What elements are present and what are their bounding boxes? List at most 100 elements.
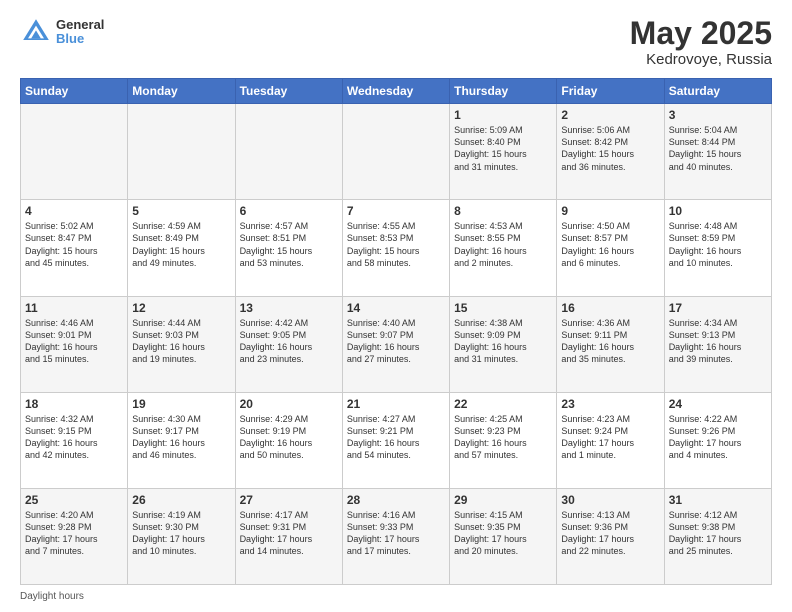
day-content: Sunrise: 4:36 AM Sunset: 9:11 PM Dayligh… bbox=[561, 317, 659, 366]
day-content: Sunrise: 4:27 AM Sunset: 9:21 PM Dayligh… bbox=[347, 413, 445, 462]
day-content: Sunrise: 4:46 AM Sunset: 9:01 PM Dayligh… bbox=[25, 317, 123, 366]
day-content: Sunrise: 4:23 AM Sunset: 9:24 PM Dayligh… bbox=[561, 413, 659, 462]
day-number: 19 bbox=[132, 397, 230, 411]
calendar-cell: 20 Sunrise: 4:29 AM Sunset: 9:19 PM Dayli… bbox=[235, 392, 342, 488]
logo-line2: Blue bbox=[56, 32, 104, 46]
calendar-cell: 23 Sunrise: 4:23 AM Sunset: 9:24 PM Dayli… bbox=[557, 392, 664, 488]
header-row: SundayMondayTuesdayWednesdayThursdayFrid… bbox=[21, 79, 772, 104]
calendar-cell: 12 Sunrise: 4:44 AM Sunset: 9:03 PM Dayli… bbox=[128, 296, 235, 392]
calendar-cell: 26 Sunrise: 4:19 AM Sunset: 9:30 PM Dayli… bbox=[128, 488, 235, 584]
calendar-cell: 28 Sunrise: 4:16 AM Sunset: 9:33 PM Dayli… bbox=[342, 488, 449, 584]
day-number: 17 bbox=[669, 301, 767, 315]
day-number: 26 bbox=[132, 493, 230, 507]
day-number: 6 bbox=[240, 204, 338, 218]
day-content: Sunrise: 4:34 AM Sunset: 9:13 PM Dayligh… bbox=[669, 317, 767, 366]
calendar-table: SundayMondayTuesdayWednesdayThursdayFrid… bbox=[20, 78, 772, 585]
calendar-cell: 1Sunrise: 5:09 AM Sunset: 8:40 PM Daylig… bbox=[450, 104, 557, 200]
calendar-cell: 31 Sunrise: 4:12 AM Sunset: 9:38 PM Dayli… bbox=[664, 488, 771, 584]
calendar-cell: 14Sunrise: 4:40 AM Sunset: 9:07 PM Dayli… bbox=[342, 296, 449, 392]
calendar-cell: 13 Sunrise: 4:42 AM Sunset: 9:05 PM Dayli… bbox=[235, 296, 342, 392]
calendar-cell: 3 Sunrise: 5:04 AM Sunset: 8:44 PM Daylig… bbox=[664, 104, 771, 200]
col-header-wednesday: Wednesday bbox=[342, 79, 449, 104]
calendar-subtitle: Kedrovoye, Russia bbox=[630, 51, 772, 68]
day-content: Sunrise: 4:16 AM Sunset: 9:33 PM Dayligh… bbox=[347, 509, 445, 558]
logo: General Blue bbox=[20, 16, 104, 48]
day-number: 25 bbox=[25, 493, 123, 507]
title-block: May 2025 Kedrovoye, Russia bbox=[630, 16, 772, 68]
calendar-cell bbox=[128, 104, 235, 200]
day-content: Sunrise: 4:42 AM Sunset: 9:05 PM Dayligh… bbox=[240, 317, 338, 366]
day-number: 13 bbox=[240, 301, 338, 315]
day-number: 28 bbox=[347, 493, 445, 507]
day-content: Sunrise: 4:32 AM Sunset: 9:15 PM Dayligh… bbox=[25, 413, 123, 462]
calendar-cell: 5Sunrise: 4:59 AM Sunset: 8:49 PM Daylig… bbox=[128, 200, 235, 296]
day-content: Sunrise: 4:40 AM Sunset: 9:07 PM Dayligh… bbox=[347, 317, 445, 366]
col-header-thursday: Thursday bbox=[450, 79, 557, 104]
logo-text: General Blue bbox=[56, 18, 104, 47]
day-content: Sunrise: 5:06 AM Sunset: 8:42 PM Dayligh… bbox=[561, 124, 659, 173]
day-number: 21 bbox=[347, 397, 445, 411]
calendar-cell: 25 Sunrise: 4:20 AM Sunset: 9:28 PM Dayli… bbox=[21, 488, 128, 584]
col-header-sunday: Sunday bbox=[21, 79, 128, 104]
day-number: 3 bbox=[669, 108, 767, 122]
calendar-cell: 8 Sunrise: 4:53 AM Sunset: 8:55 PM Daylig… bbox=[450, 200, 557, 296]
footer-text: Daylight hours bbox=[20, 591, 84, 602]
week-row-3: 18 Sunrise: 4:32 AM Sunset: 9:15 PM Dayli… bbox=[21, 392, 772, 488]
calendar-cell bbox=[235, 104, 342, 200]
day-content: Sunrise: 5:09 AM Sunset: 8:40 PM Dayligh… bbox=[454, 124, 552, 173]
calendar-cell: 10 Sunrise: 4:48 AM Sunset: 8:59 PM Dayli… bbox=[664, 200, 771, 296]
day-content: Sunrise: 4:25 AM Sunset: 9:23 PM Dayligh… bbox=[454, 413, 552, 462]
calendar-cell bbox=[21, 104, 128, 200]
day-number: 4 bbox=[25, 204, 123, 218]
day-number: 8 bbox=[454, 204, 552, 218]
calendar-cell: 16 Sunrise: 4:36 AM Sunset: 9:11 PM Dayli… bbox=[557, 296, 664, 392]
footer: Daylight hours bbox=[20, 591, 772, 602]
day-number: 12 bbox=[132, 301, 230, 315]
calendar-cell: 7Sunrise: 4:55 AM Sunset: 8:53 PM Daylig… bbox=[342, 200, 449, 296]
day-content: Sunrise: 4:59 AM Sunset: 8:49 PM Dayligh… bbox=[132, 220, 230, 269]
day-content: Sunrise: 4:13 AM Sunset: 9:36 PM Dayligh… bbox=[561, 509, 659, 558]
calendar-cell: 24 Sunrise: 4:22 AM Sunset: 9:26 PM Dayli… bbox=[664, 392, 771, 488]
col-header-saturday: Saturday bbox=[664, 79, 771, 104]
day-number: 20 bbox=[240, 397, 338, 411]
day-content: Sunrise: 4:29 AM Sunset: 9:19 PM Dayligh… bbox=[240, 413, 338, 462]
day-content: Sunrise: 4:22 AM Sunset: 9:26 PM Dayligh… bbox=[669, 413, 767, 462]
col-header-friday: Friday bbox=[557, 79, 664, 104]
logo-line1: General bbox=[56, 18, 104, 32]
calendar-cell: 29 Sunrise: 4:15 AM Sunset: 9:35 PM Dayli… bbox=[450, 488, 557, 584]
day-content: Sunrise: 4:20 AM Sunset: 9:28 PM Dayligh… bbox=[25, 509, 123, 558]
day-number: 16 bbox=[561, 301, 659, 315]
day-number: 9 bbox=[561, 204, 659, 218]
day-content: Sunrise: 4:12 AM Sunset: 9:38 PM Dayligh… bbox=[669, 509, 767, 558]
day-content: Sunrise: 4:15 AM Sunset: 9:35 PM Dayligh… bbox=[454, 509, 552, 558]
calendar-cell: 11 Sunrise: 4:46 AM Sunset: 9:01 PM Dayli… bbox=[21, 296, 128, 392]
day-content: Sunrise: 4:53 AM Sunset: 8:55 PM Dayligh… bbox=[454, 220, 552, 269]
calendar-cell: 18 Sunrise: 4:32 AM Sunset: 9:15 PM Dayli… bbox=[21, 392, 128, 488]
day-number: 29 bbox=[454, 493, 552, 507]
day-number: 11 bbox=[25, 301, 123, 315]
day-number: 7 bbox=[347, 204, 445, 218]
day-content: Sunrise: 5:02 AM Sunset: 8:47 PM Dayligh… bbox=[25, 220, 123, 269]
day-number: 22 bbox=[454, 397, 552, 411]
day-number: 18 bbox=[25, 397, 123, 411]
day-content: Sunrise: 4:44 AM Sunset: 9:03 PM Dayligh… bbox=[132, 317, 230, 366]
calendar-cell: 6Sunrise: 4:57 AM Sunset: 8:51 PM Daylig… bbox=[235, 200, 342, 296]
calendar-cell: 9 Sunrise: 4:50 AM Sunset: 8:57 PM Daylig… bbox=[557, 200, 664, 296]
week-row-4: 25 Sunrise: 4:20 AM Sunset: 9:28 PM Dayli… bbox=[21, 488, 772, 584]
day-content: Sunrise: 4:50 AM Sunset: 8:57 PM Dayligh… bbox=[561, 220, 659, 269]
calendar-cell bbox=[342, 104, 449, 200]
week-row-1: 4 Sunrise: 5:02 AM Sunset: 8:47 PM Daylig… bbox=[21, 200, 772, 296]
calendar-cell: 27Sunrise: 4:17 AM Sunset: 9:31 PM Dayli… bbox=[235, 488, 342, 584]
day-number: 23 bbox=[561, 397, 659, 411]
calendar-cell: 15Sunrise: 4:38 AM Sunset: 9:09 PM Dayli… bbox=[450, 296, 557, 392]
day-content: Sunrise: 4:38 AM Sunset: 9:09 PM Dayligh… bbox=[454, 317, 552, 366]
day-number: 24 bbox=[669, 397, 767, 411]
day-content: Sunrise: 4:19 AM Sunset: 9:30 PM Dayligh… bbox=[132, 509, 230, 558]
calendar-cell: 2Sunrise: 5:06 AM Sunset: 8:42 PM Daylig… bbox=[557, 104, 664, 200]
calendar-cell: 19Sunrise: 4:30 AM Sunset: 9:17 PM Dayli… bbox=[128, 392, 235, 488]
day-number: 31 bbox=[669, 493, 767, 507]
week-row-0: 1Sunrise: 5:09 AM Sunset: 8:40 PM Daylig… bbox=[21, 104, 772, 200]
day-content: Sunrise: 5:04 AM Sunset: 8:44 PM Dayligh… bbox=[669, 124, 767, 173]
day-number: 10 bbox=[669, 204, 767, 218]
day-content: Sunrise: 4:48 AM Sunset: 8:59 PM Dayligh… bbox=[669, 220, 767, 269]
